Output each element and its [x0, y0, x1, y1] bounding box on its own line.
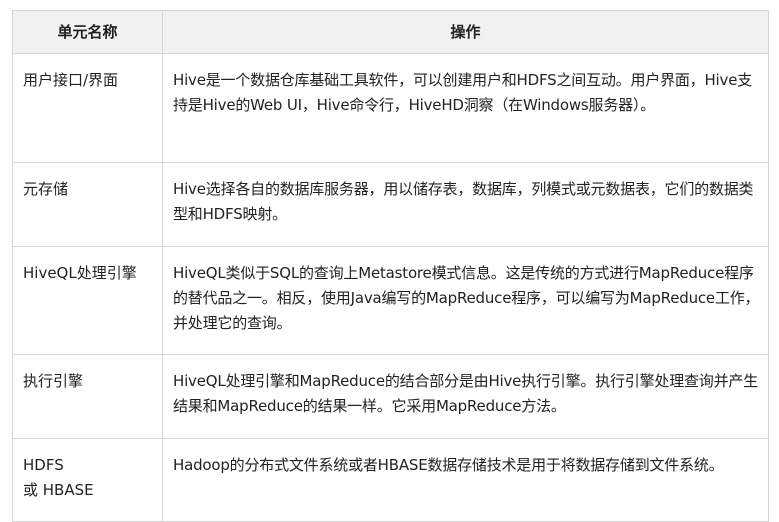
hive-units-table: 单元名称 操作 用户接口/界面 Hive是一个数据仓库基础工具软件，可以创建用户… [12, 10, 769, 522]
operation-cell: HiveQL处理引擎和MapReduce的结合部分是由Hive执行引擎。执行引擎… [162, 354, 769, 439]
unit-name-cell: HiveQL处理引擎 [12, 246, 163, 355]
unit-name-cell: 执行引擎 [12, 354, 163, 439]
table-row: HiveQL处理引擎 HiveQL类似于SQL的查询上Metastore模式信息… [12, 246, 769, 355]
table-row: HDFS 或 HBASE Hadoop的分布式文件系统或者HBASE数据存储技术… [12, 438, 769, 522]
table-header-row: 单元名称 操作 [12, 10, 769, 54]
operation-cell: Hadoop的分布式文件系统或者HBASE数据存储技术是用于将数据存储到文件系统… [162, 438, 769, 522]
table-row: 用户接口/界面 Hive是一个数据仓库基础工具软件，可以创建用户和HDFS之间互… [12, 53, 769, 163]
unit-name-cell: 用户接口/界面 [12, 53, 163, 163]
unit-name-cell: 元存储 [12, 162, 163, 247]
column-header-unit-name: 单元名称 [12, 10, 163, 54]
operation-cell: Hive选择各自的数据库服务器，用以储存表，数据库，列模式或元数据表，它们的数据… [162, 162, 769, 247]
operation-cell: Hive是一个数据仓库基础工具软件，可以创建用户和HDFS之间互动。用户界面，H… [162, 53, 769, 163]
table-row: 执行引擎 HiveQL处理引擎和MapReduce的结合部分是由Hive执行引擎… [12, 354, 769, 439]
column-header-operation: 操作 [162, 10, 769, 54]
table-row: 元存储 Hive选择各自的数据库服务器，用以储存表，数据库，列模式或元数据表，它… [12, 162, 769, 247]
unit-name-cell: HDFS 或 HBASE [12, 438, 163, 522]
operation-cell: HiveQL类似于SQL的查询上Metastore模式信息。这是传统的方式进行M… [162, 246, 769, 355]
